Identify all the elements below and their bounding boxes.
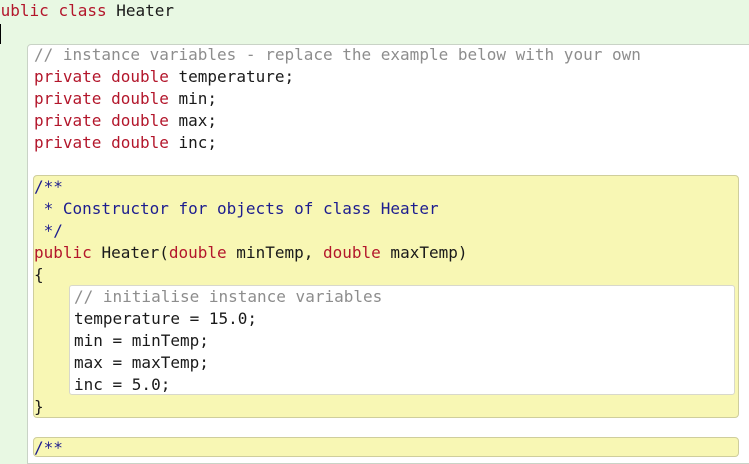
field-name: temperature;	[178, 67, 295, 86]
keyword-private: private	[34, 67, 102, 86]
field-line-min[interactable]: private double min;	[34, 88, 217, 110]
type-double: double	[111, 89, 169, 108]
statement-max[interactable]: max = maxTemp;	[74, 352, 209, 374]
param-max-temp: maxTemp)	[380, 243, 468, 262]
field-line-inc[interactable]: private double inc;	[34, 132, 217, 154]
javadoc-close[interactable]: */	[34, 220, 63, 242]
keyword-class: class	[58, 1, 107, 20]
class-declaration[interactable]: public class Heater	[0, 0, 174, 22]
statement-temperature[interactable]: temperature = 15.0;	[74, 308, 257, 330]
field-name: min;	[178, 89, 218, 108]
constructor-close-brace[interactable]: }	[34, 396, 44, 418]
keyword-private: private	[34, 89, 102, 108]
class-name: Heater	[116, 1, 175, 20]
field-name: inc;	[178, 133, 218, 152]
constructor-open-brace[interactable]: {	[34, 264, 44, 286]
next-method-scope	[33, 437, 739, 457]
constructor-name: Heater(	[101, 243, 169, 262]
javadoc-description[interactable]: * Constructor for objects of class Heate…	[34, 198, 439, 220]
type-double: double	[111, 111, 169, 130]
param-type-double: double	[323, 243, 381, 262]
fields-comment[interactable]: // instance variables - replace the exam…	[34, 44, 641, 66]
param-type-double: double	[168, 243, 227, 262]
body-comment[interactable]: // initialise instance variables	[74, 286, 382, 308]
param-min-temp: minTemp,	[226, 243, 323, 262]
javadoc-open[interactable]: /**	[34, 176, 63, 198]
text-cursor	[0, 24, 1, 44]
keyword-public: public	[34, 243, 92, 262]
field-name: max;	[178, 111, 218, 130]
type-double: double	[111, 133, 169, 152]
field-line-temperature[interactable]: private double temperature;	[34, 66, 294, 88]
statement-inc[interactable]: inc = 5.0;	[74, 374, 170, 396]
keyword-private: private	[34, 111, 102, 130]
field-line-max[interactable]: private double max;	[34, 110, 217, 132]
type-double: double	[111, 67, 169, 86]
constructor-signature[interactable]: public Heater(double minTemp, double max…	[34, 242, 468, 264]
keyword-public: public	[0, 1, 49, 20]
keyword-private: private	[34, 133, 102, 152]
statement-min[interactable]: min = minTemp;	[74, 330, 209, 352]
next-javadoc-open[interactable]: /**	[34, 437, 63, 459]
